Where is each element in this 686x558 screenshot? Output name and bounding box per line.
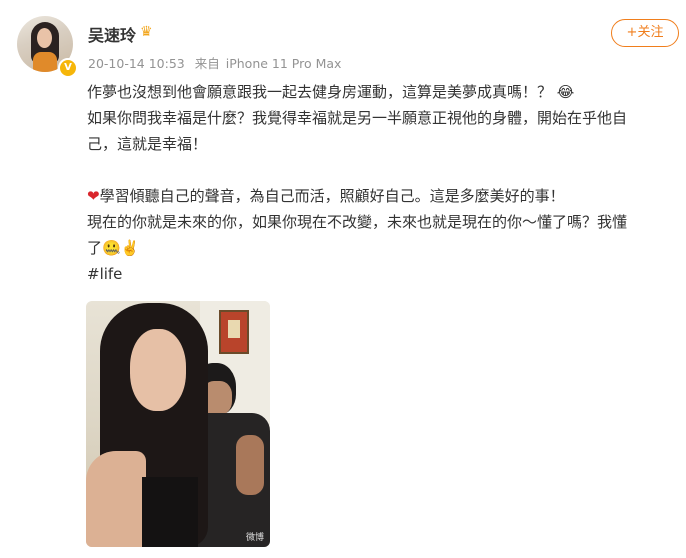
source-device: iPhone 11 Pro Max xyxy=(225,56,342,71)
post-meta: 20-10-14 10:53 来自 iPhone 11 Pro Max xyxy=(88,53,347,72)
photo-woman-shoulder xyxy=(86,451,146,547)
source-prefix: 来自 xyxy=(194,56,220,71)
photo-woman-top xyxy=(142,477,198,547)
heart-emoji-icon: ❤ xyxy=(87,187,100,205)
post-line-5: 現在的你就是未來的你，如果你現在不改變，未來也就是現在的你～懂了嗎？我懂 xyxy=(87,213,628,231)
post-line-4: ❤學習傾聽自己的聲音，為自己而活，照顧好自己。這是多麼美好的事！ xyxy=(87,183,679,209)
post-line-3: 己，這就是幸福！ xyxy=(87,135,208,153)
post-line-6-text: 了 xyxy=(87,239,103,257)
post-photo[interactable]: 微博 xyxy=(86,301,270,547)
laughing-emoji-icon: 😂 xyxy=(556,83,575,101)
follow-button[interactable]: +关注 xyxy=(611,19,679,47)
post-line-1: 作夢也沒想到他會願意跟我一起去健身房運動，這算是美夢成真嗎！？ 😂 xyxy=(87,79,679,105)
post-line-6: 了🤐✌️ xyxy=(87,235,679,261)
avatar-clothing xyxy=(33,52,57,72)
photo-poster xyxy=(219,310,249,354)
post-line-7: #life xyxy=(87,261,679,287)
photo-man-arm xyxy=(236,435,264,495)
post-time[interactable]: 20-10-14 10:53 xyxy=(88,56,185,71)
hashtag-link[interactable]: #life xyxy=(87,265,122,283)
author-name[interactable]: 吴速玲 xyxy=(88,22,136,46)
zipper-mouth-victory-emoji-icon: 🤐✌️ xyxy=(102,239,140,257)
photo-watermark: 微博 xyxy=(245,533,264,543)
post-text: 作夢也沒想到他會願意跟我一起去健身房運動，這算是美夢成真嗎！？ 😂 如果你問我幸… xyxy=(87,79,679,287)
post-line-4-text: 學習傾聽自己的聲音，為自己而活，照顧好自己。這是多麼美好的事！ xyxy=(99,187,565,205)
crown-icon: ♛ xyxy=(140,24,153,40)
verified-badge-icon: V xyxy=(58,58,78,78)
photo-woman-face xyxy=(130,329,186,411)
post-line-1-text: 作夢也沒想到他會願意跟我一起去健身房運動，這算是美夢成真嗎！？ xyxy=(87,83,553,101)
avatar-face xyxy=(37,28,52,48)
post-line-2: 如果你問我幸福是什麼？我覺得幸福就是另一半願意正視他的身體，開始在乎他自 xyxy=(87,109,628,127)
